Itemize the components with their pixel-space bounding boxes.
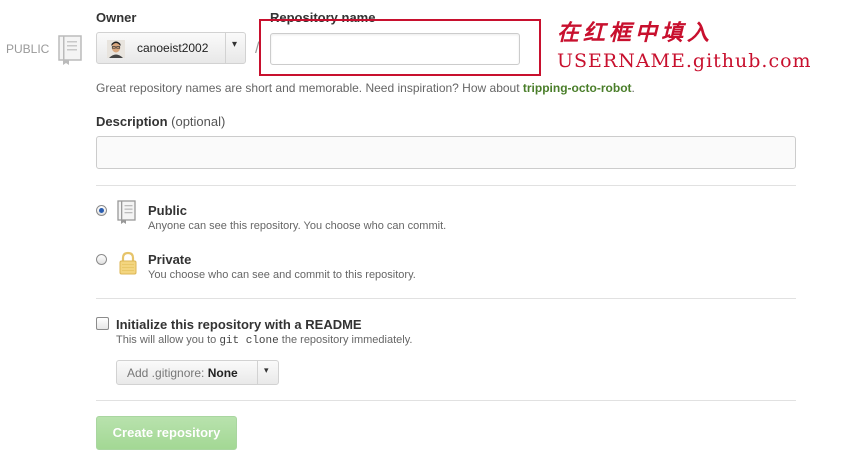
owner-select[interactable]: canoeist2002 ▾: [96, 32, 246, 64]
hint-text: Great repository names are short and mem…: [96, 81, 523, 95]
hint-suffix: .: [631, 81, 635, 95]
lock-icon: [119, 251, 137, 280]
red-highlight-box: [259, 19, 541, 76]
create-repository-button[interactable]: Create repository: [96, 416, 237, 450]
divider: [96, 298, 796, 299]
divider: [96, 185, 796, 186]
readme-checkbox[interactable]: [96, 317, 109, 330]
public-radio[interactable]: [96, 205, 107, 216]
private-radio[interactable]: [96, 254, 107, 265]
private-option-description: You choose who can see and commit to thi…: [148, 269, 416, 281]
git-clone-code: git clone: [219, 335, 279, 347]
readme-option-description: This will allow you to git clone the rep…: [116, 334, 412, 347]
readme-option-title[interactable]: Initialize this repository with a README: [116, 317, 362, 332]
readme-desc-suffix: the repository immediately.: [278, 334, 413, 346]
readme-desc-prefix: This will allow you to: [116, 334, 220, 346]
annotation-instruction: 在红框中填入: [557, 20, 714, 46]
optional-tag: (optional): [171, 114, 226, 129]
divider: [96, 400, 796, 401]
avatar: [107, 40, 125, 58]
repo-book-icon: [117, 200, 137, 229]
name-suggestion-link[interactable]: tripping-octo-robot: [523, 81, 632, 95]
chevron-down-icon: ▾: [264, 365, 269, 375]
public-side-label: PUBLIC: [6, 42, 50, 56]
repo-book-icon: [58, 35, 82, 70]
owner-name: canoeist2002: [137, 41, 209, 55]
private-option-title: Private: [148, 252, 192, 267]
gitignore-select-divider: [257, 361, 258, 384]
gitignore-select[interactable]: Add .gitignore: None ▾: [116, 360, 279, 385]
repo-name-hint: Great repository names are short and mem…: [96, 81, 635, 95]
description-input[interactable]: [96, 136, 796, 169]
gitignore-label: Add .gitignore: None: [127, 366, 238, 380]
gitignore-value: None: [207, 366, 238, 380]
owner-select-divider: [225, 33, 226, 63]
description-label: Description (optional): [96, 114, 225, 129]
public-option-description: Anyone can see this repository. You choo…: [148, 220, 447, 232]
gitignore-label-text: Add .gitignore:: [127, 366, 205, 380]
description-label-text: Description: [96, 114, 168, 129]
annotation-username-domain: USERNAME.github.com: [557, 50, 812, 72]
public-option-title: Public: [148, 203, 188, 218]
owner-label: Owner: [96, 10, 137, 25]
chevron-down-icon: ▾: [232, 39, 238, 50]
